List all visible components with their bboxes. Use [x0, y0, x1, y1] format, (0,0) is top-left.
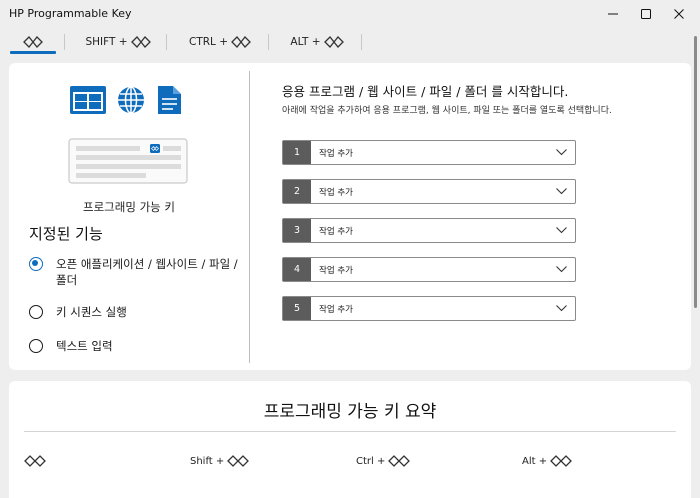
summary-item-alt: Alt +: [522, 455, 573, 467]
tab-separator: [361, 34, 362, 50]
chevron-down-icon: [556, 188, 567, 195]
tab-separator: [64, 34, 65, 50]
summary-item-default: [24, 455, 46, 467]
task-dropdown-4[interactable]: 4 작업 추가: [282, 257, 576, 282]
file-icon: [158, 86, 181, 114]
macro-key-icon: [323, 36, 344, 48]
close-button[interactable]: [662, 0, 696, 28]
option-text-input[interactable]: 텍스트 입력: [29, 338, 246, 354]
tab-label: CTRL +: [188, 36, 229, 48]
key-tabs: SHIFT + CTRL + ALT +: [0, 28, 700, 58]
macro-key-icon: [130, 36, 151, 48]
row-number: 4: [283, 258, 311, 281]
radio-icon: [29, 305, 43, 319]
row-number: 1: [283, 141, 311, 164]
option-open-app[interactable]: 오픈 애플리케이션 / 웹사이트 / 파일 / 폴더: [29, 256, 246, 288]
globe-icon: [118, 86, 144, 114]
dropdown-value: 작업 추가: [319, 226, 353, 237]
option-label: 텍스트 입력: [56, 339, 113, 353]
tab-separator: [268, 34, 269, 50]
window-title: HP Programmable Key: [9, 7, 132, 20]
task-dropdown-5[interactable]: 5 작업 추가: [282, 296, 576, 321]
tab-shift[interactable]: SHIFT +: [80, 28, 156, 56]
summary-divider: [24, 431, 676, 432]
option-key-sequence[interactable]: 키 시퀀스 실행: [29, 304, 246, 320]
chevron-down-icon: [556, 227, 567, 234]
radio-icon: [29, 339, 43, 353]
launch-title: 응용 프로그램 / 웹 사이트 / 파일 / 폴더 를 시작합니다.: [282, 84, 569, 99]
macro-key-icon: [24, 455, 46, 467]
dropdown-value: 작업 추가: [319, 265, 353, 276]
dropdown-value: 작업 추가: [319, 148, 353, 159]
dropdown-value: 작업 추가: [319, 304, 353, 315]
tab-ctrl[interactable]: CTRL +: [182, 28, 258, 56]
tab-label: SHIFT +: [85, 36, 128, 48]
title-bar: HP Programmable Key: [0, 0, 700, 28]
launch-description: 아래에 작업을 추가하여 응용 프로그램, 웹 사이트, 파일 또는 폴더를 열…: [282, 106, 612, 116]
minimize-button[interactable]: [596, 0, 630, 28]
summary-label: Shift +: [190, 455, 225, 467]
tab-separator: [166, 34, 167, 50]
macro-key-icon: [231, 36, 251, 48]
option-label: 키 시퀀스 실행: [56, 305, 127, 319]
option-label: 오픈 애플리케이션 / 웹사이트 / 파일 / 폴더: [56, 257, 238, 287]
macro-key-icon: [550, 455, 573, 467]
maximize-button[interactable]: [629, 0, 663, 28]
macro-key-icon: [23, 36, 43, 48]
summary-item-shift: Shift +: [190, 455, 250, 467]
keyboard-illustration: [68, 138, 188, 184]
tab-alt[interactable]: ALT +: [282, 28, 352, 56]
macro-key-icon: [388, 455, 411, 467]
vertical-divider: [249, 71, 250, 363]
tab-label: ALT +: [290, 36, 321, 48]
chevron-down-icon: [556, 149, 567, 156]
minimize-icon: [608, 13, 618, 15]
chevron-down-icon: [556, 305, 567, 312]
task-dropdown-3[interactable]: 3 작업 추가: [282, 218, 576, 243]
scrollbar[interactable]: [694, 36, 697, 308]
macro-key-icon: [227, 455, 250, 467]
function-card: 프로그래밍 가능 키 지정된 기능 오픈 애플리케이션 / 웹사이트 / 파일 …: [9, 63, 691, 370]
row-number: 5: [283, 297, 311, 320]
assigned-function-title: 지정된 기능: [29, 225, 103, 243]
row-number: 2: [283, 180, 311, 203]
radio-selected-icon: [29, 257, 43, 271]
summary-label: Ctrl +: [356, 455, 386, 467]
row-number: 3: [283, 219, 311, 242]
summary-label: Alt +: [522, 455, 548, 467]
summary-item-ctrl: Ctrl +: [356, 455, 411, 467]
maximize-icon: [641, 9, 651, 19]
dropdown-value: 작업 추가: [319, 187, 353, 198]
chevron-down-icon: [556, 266, 567, 273]
tab-default[interactable]: [10, 28, 56, 56]
programmable-key-label: 프로그래밍 가능 키: [83, 200, 175, 214]
task-dropdown-1[interactable]: 1 작업 추가: [282, 140, 576, 165]
summary-title: 프로그래밍 가능 키 요약: [263, 402, 437, 422]
function-icons: [69, 85, 183, 117]
task-dropdown-2[interactable]: 2 작업 추가: [282, 179, 576, 204]
close-icon: [674, 9, 684, 19]
summary-card: 프로그래밍 가능 키 요약 Shift + Ctrl + Alt +: [9, 381, 691, 498]
app-window-icon: [70, 86, 106, 114]
